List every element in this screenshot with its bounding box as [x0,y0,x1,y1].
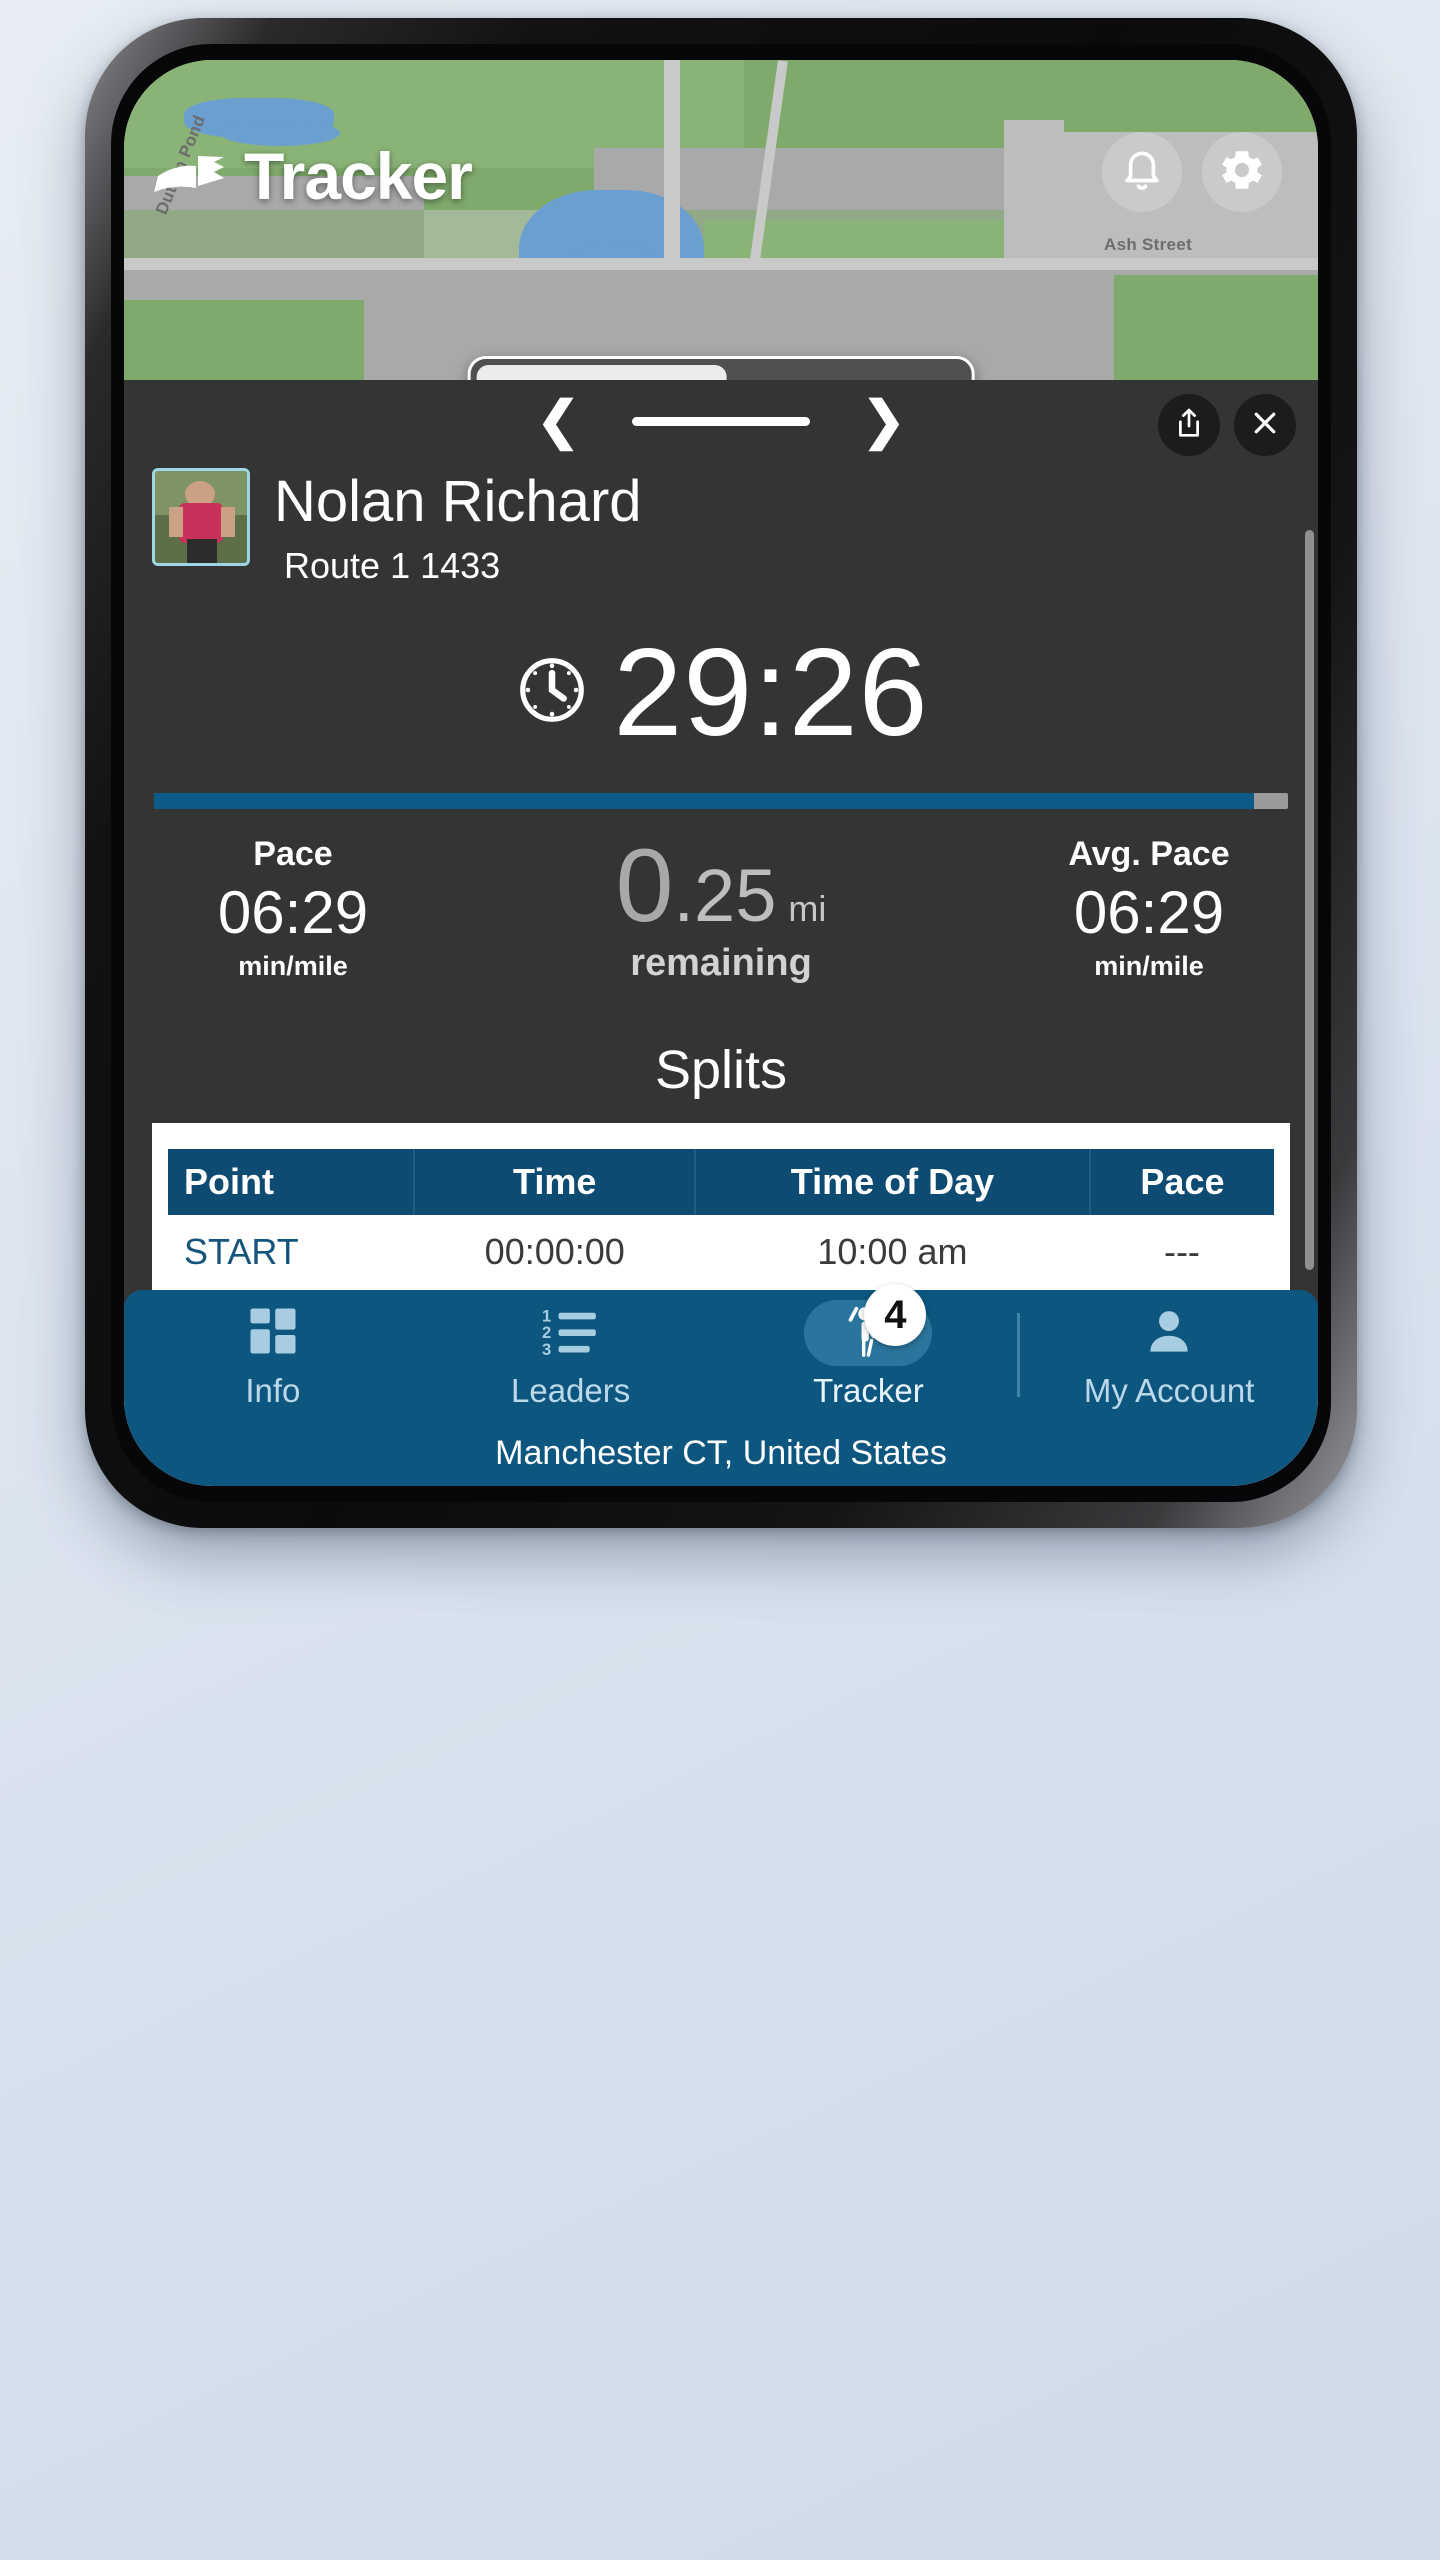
table-row[interactable]: START 00:00:00 10:00 am --- [168,1215,1274,1289]
col-time-of-day: Time of Day [695,1148,1091,1215]
progress-bar-fill [154,792,1254,809]
avatar [152,468,250,566]
flag-logo-icon [152,148,228,205]
athlete-meta: Nolan Richard Route 1 1433 [274,468,642,587]
pace-stat: Pace 06:29 min/mile [158,835,428,982]
distance-unit: mi [788,887,827,929]
splits-heading: Splits [654,1039,788,1100]
phone-screen: Dutton Pond Ash Street Haynes St Tracker [124,60,1318,1486]
cell-point: START [184,1230,299,1272]
location-footer: Manchester CT, United States [124,1420,1318,1486]
splits-table: Point Time Time of Day Pace START 00:00:… [168,1148,1274,1289]
nav-item-leaders[interactable]: 1 2 3 Leaders [422,1290,720,1420]
bell-icon [1121,147,1163,198]
nav-label-tracker: Tracker [813,1372,924,1409]
svg-text:3: 3 [542,1339,551,1356]
athlete-row: Nolan Richard Route 1 1433 [124,462,1318,587]
sheet-actions [1158,394,1296,456]
nav-label-my-account: My Account [1083,1372,1255,1409]
elapsed-timer: 29:26 [124,631,1318,755]
pace-label: Pace [253,834,333,873]
progress-bar [154,792,1288,809]
bottom-navigation: Info 1 2 3 Leaders 4 Tracker My Account [124,1284,1318,1420]
sheet-nav: ❮ ❯ [124,380,1318,462]
share-icon [1174,407,1204,444]
nav-label-info: Info [245,1372,301,1409]
header-actions [1102,132,1282,212]
col-pace: Pace [1089,1148,1274,1215]
cell-pace: --- [1163,1230,1200,1272]
pace-unit: min/mile [238,950,348,981]
distance-decimal: .25 [673,853,777,937]
timer-value: 29:26 [613,623,929,762]
person-icon [1143,1305,1195,1362]
prev-athlete-button[interactable]: ❮ [536,395,580,447]
col-point: Point [168,1148,416,1215]
pace-value: 06:29 [217,878,369,946]
gear-icon [1217,145,1267,200]
distance-integer: 0 [615,827,674,944]
avg-pace-stat: Avg. Pace 06:29 min/mile [1014,835,1284,982]
col-time: Time [414,1148,697,1215]
location-text: Manchester CT, United States [495,1433,947,1472]
avg-pace-value: 06:29 [1073,878,1225,946]
cell-time-of-day: 10:00 am [817,1230,968,1272]
sheet-drag-handle[interactable] [632,416,810,426]
next-athlete-button[interactable]: ❯ [862,395,906,447]
splits-header-row: Point Time Time of Day Pace [168,1148,1274,1215]
athlete-route: Route 1 1433 [284,544,501,586]
stats-row: Pace 06:29 min/mile 0 .25 mi remaining A… [124,809,1318,985]
nav-item-tracker[interactable]: 4 Tracker [720,1284,1018,1420]
avg-pace-label: Avg. Pace [1068,834,1230,873]
brand: Tracker [152,138,473,214]
avg-pace-unit: min/mile [1094,950,1204,981]
nav-item-info[interactable]: Info [124,1290,422,1420]
info-icon-wrap [209,1300,337,1366]
distance-sublabel: remaining [630,941,812,984]
close-button[interactable] [1234,394,1296,456]
account-icon-wrap [1105,1300,1233,1366]
distance-remaining: 0 .25 mi remaining [556,827,886,985]
athlete-detail-sheet: ❮ ❯ Nolan Richard Route 1 1433 29:26 Pac… [124,380,1318,1351]
app-title: Tracker [244,139,473,213]
clock-icon [513,651,591,734]
athlete-name: Nolan Richard [274,469,642,534]
leaders-icon-wrap: 1 2 3 [507,1300,635,1366]
tracker-icon-wrap: 4 [804,1284,933,1366]
nav-label-leaders: Leaders [510,1372,631,1409]
nav-item-my-account[interactable]: My Account [1020,1290,1318,1420]
dashboard-grid-icon [246,1304,300,1363]
close-icon [1250,408,1280,443]
tracker-badge: 4 [864,1284,927,1346]
notifications-button[interactable] [1102,132,1182,212]
numbered-list-icon: 1 2 3 [542,1305,600,1362]
share-button[interactable] [1158,394,1220,456]
settings-button[interactable] [1202,132,1282,212]
sheet-scrollbar[interactable] [1305,530,1314,1270]
app-header: Tracker [124,60,1318,308]
cell-time: 00:00:00 [484,1230,625,1272]
